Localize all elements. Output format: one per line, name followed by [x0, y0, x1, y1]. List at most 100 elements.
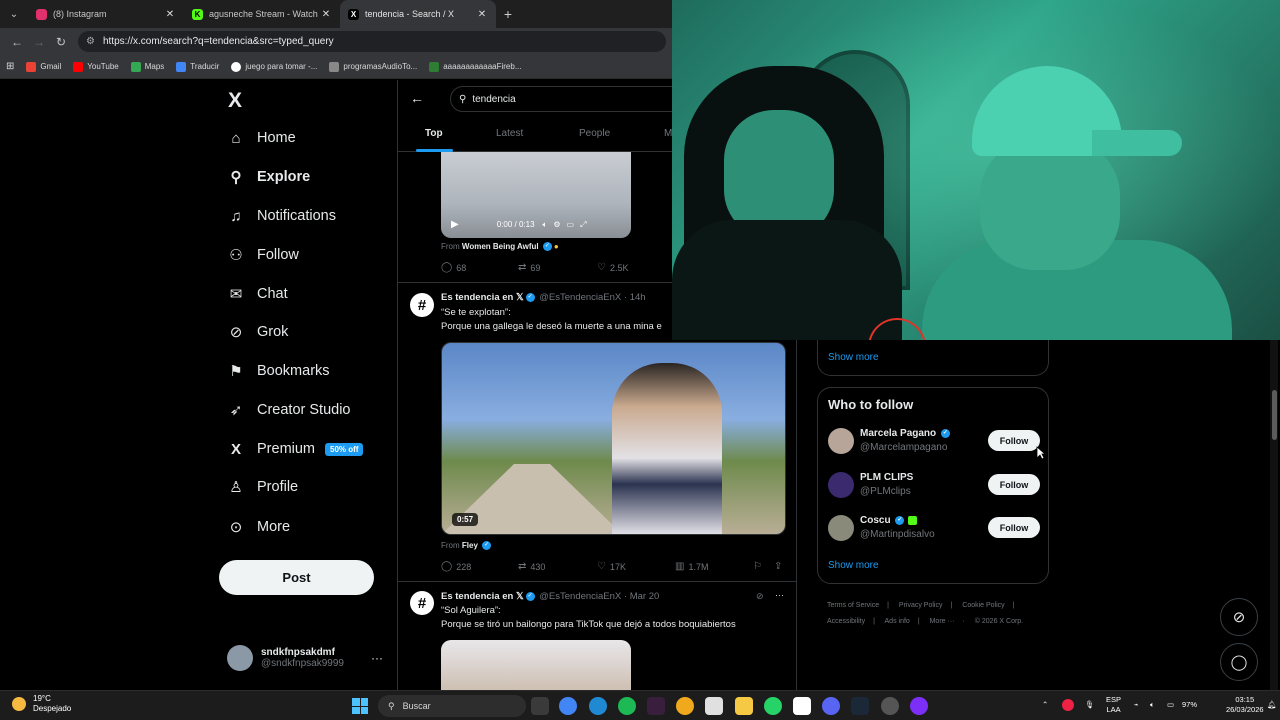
url-field[interactable]: ⚙ https://x.com/search?q=tendencia&src=t…: [78, 31, 666, 52]
show-more-link[interactable]: Show more: [828, 352, 879, 363]
more-footer-link[interactable]: More ···: [930, 618, 955, 625]
nav-profile[interactable]: ♙ Profile: [227, 478, 298, 496]
settings-icon[interactable]: ⚙: [553, 220, 560, 229]
tab-search-button[interactable]: ⌄: [0, 0, 28, 28]
nav-creator-studio[interactable]: ➶ Creator Studio: [227, 401, 351, 419]
tab-people[interactable]: People: [579, 128, 610, 139]
like-button[interactable]: ♡ 2.5K: [597, 262, 628, 273]
volume-icon[interactable]: 🔈︎: [1150, 700, 1155, 710]
follow-button[interactable]: Follow: [988, 474, 1040, 495]
nav-bookmarks[interactable]: ⚑ Bookmarks: [227, 362, 329, 380]
nav-notifications[interactable]: ♫ Notifications: [227, 207, 336, 225]
privacy-link[interactable]: Privacy Policy: [899, 602, 943, 609]
more-dots-icon[interactable]: ···: [371, 651, 383, 665]
author-name[interactable]: Es tendencia en 𝕏: [441, 292, 524, 303]
chrome-icon[interactable]: [559, 697, 577, 715]
follow-suggestion[interactable]: PLM CLIPS @PLMclips Follow: [828, 471, 1040, 501]
avatar[interactable]: [828, 472, 854, 498]
avatar[interactable]: #: [410, 293, 434, 317]
grok-explain-icon[interactable]: ⊘: [756, 591, 764, 602]
nav-home[interactable]: ⌂ Home: [227, 129, 295, 147]
app-icon[interactable]: [676, 697, 694, 715]
show-more-link[interactable]: Show more: [828, 560, 879, 571]
forward-arrow-icon[interactable]: →: [28, 35, 50, 49]
repost-button[interactable]: ⇄ 69: [518, 262, 540, 273]
steam-icon[interactable]: [851, 697, 869, 715]
app-icon[interactable]: [910, 697, 928, 715]
pip-icon[interactable]: ▭: [567, 220, 575, 229]
bookmark-programas[interactable]: programasAudioTo...: [329, 61, 417, 72]
tweet-time[interactable]: Mar 20: [630, 591, 660, 602]
nav-explore[interactable]: ⚲ Explore: [227, 168, 311, 186]
avatar[interactable]: #: [410, 591, 434, 615]
author-handle[interactable]: @EsTendenciaEnX: [539, 591, 621, 602]
share-button[interactable]: ⇪: [774, 561, 786, 572]
tweet-video[interactable]: [441, 640, 631, 690]
edge-icon[interactable]: [589, 697, 607, 715]
grok-float-button[interactable]: ⊘: [1220, 598, 1258, 636]
bookmark-gmail[interactable]: Gmail: [26, 61, 61, 72]
close-tab-icon[interactable]: ✕: [320, 9, 332, 20]
bookmark-traducir[interactable]: Traducir: [176, 61, 219, 72]
tray-app-icon[interactable]: [1062, 699, 1074, 711]
apps-grid-icon[interactable]: ⊞: [6, 61, 14, 72]
discord-icon[interactable]: [822, 697, 840, 715]
nav-grok[interactable]: ⊘ Grok: [227, 323, 289, 341]
task-view-icon[interactable]: [531, 697, 549, 715]
network-icon[interactable]: ⌁: [1134, 700, 1139, 710]
tab-top[interactable]: Top: [425, 128, 443, 139]
source-account-link[interactable]: Women Being Awful: [462, 242, 539, 251]
follow-button[interactable]: Follow: [988, 517, 1040, 538]
close-tab-icon[interactable]: ✕: [164, 9, 176, 20]
nav-follow[interactable]: ⚇ Follow: [227, 246, 299, 264]
browser-tab-kick[interactable]: K agusneche Stream - Watch Live ✕: [184, 0, 340, 28]
whatsapp-icon[interactable]: [764, 697, 782, 715]
bookmark-juego[interactable]: juego para tomar -...: [231, 61, 317, 72]
terms-link[interactable]: Terms of Service: [827, 602, 879, 609]
back-arrow-icon[interactable]: ←: [6, 35, 28, 49]
tweet-video[interactable]: 0:57: [441, 342, 786, 535]
ads-info-link[interactable]: Ads info: [885, 618, 910, 625]
follow-button[interactable]: Follow: [988, 430, 1040, 451]
bookmark-youtube[interactable]: YouTube: [73, 61, 119, 72]
scrollbar-thumb[interactable]: [1272, 390, 1277, 440]
app-icon[interactable]: [647, 697, 665, 715]
nav-more[interactable]: ⊙ More: [227, 518, 290, 536]
reply-button[interactable]: ◯ 68: [441, 262, 466, 273]
new-tab-button[interactable]: +: [496, 6, 520, 22]
site-info-icon[interactable]: ⚙: [86, 36, 95, 47]
tweet-video[interactable]: ▶ 0:00 / 0:13 🔈︎ ⚙ ▭ ⤢: [441, 152, 631, 238]
file-explorer-icon[interactable]: [735, 697, 753, 715]
battery-icon[interactable]: ▭: [1167, 700, 1174, 710]
windows-start-icon[interactable]: [352, 698, 368, 714]
language-indicator[interactable]: ESP LAA: [1106, 695, 1121, 715]
views-button[interactable]: ▥ 1.7M: [675, 561, 708, 572]
repost-button[interactable]: ⇄ 430: [518, 561, 545, 572]
obs-icon[interactable]: [881, 697, 899, 715]
back-arrow-icon[interactable]: ←: [410, 90, 424, 106]
like-button[interactable]: ♡ 17K: [597, 561, 626, 572]
tray-chevron-icon[interactable]: ⌃: [1042, 700, 1048, 710]
store-icon[interactable]: [705, 697, 723, 715]
reply-button[interactable]: ◯ 228: [441, 561, 471, 572]
reload-icon[interactable]: ↻: [50, 35, 72, 49]
avatar[interactable]: [828, 515, 854, 541]
author-name[interactable]: Es tendencia en 𝕏: [441, 591, 524, 602]
taskbar-search[interactable]: ⚲ Buscar: [378, 695, 526, 717]
tweet-time[interactable]: 14h: [630, 292, 646, 303]
spotify-icon[interactable]: [618, 697, 636, 715]
follow-suggestion[interactable]: Coscu ✓ @Martinpdisalvo Follow: [828, 514, 1040, 544]
bookmark-maps[interactable]: Maps: [130, 61, 164, 72]
tab-latest[interactable]: Latest: [496, 128, 523, 139]
accessibility-link[interactable]: Accessibility: [827, 618, 865, 625]
browser-tab-x-search[interactable]: X tendencia - Search / X ✕: [340, 0, 496, 28]
post-button[interactable]: Post: [219, 560, 374, 595]
more-dots-icon[interactable]: ···: [775, 590, 784, 600]
play-icon[interactable]: ▶: [451, 219, 459, 230]
bookmark-button[interactable]: ⚐: [753, 561, 766, 572]
fullscreen-icon[interactable]: ⤢: [580, 220, 586, 230]
browser-tab-instagram[interactable]: (8) Instagram ✕: [28, 0, 184, 28]
x-logo-icon[interactable]: X: [228, 89, 242, 113]
volume-icon[interactable]: 🔈︎: [543, 220, 548, 230]
nav-chat[interactable]: ✉ Chat: [227, 285, 288, 303]
